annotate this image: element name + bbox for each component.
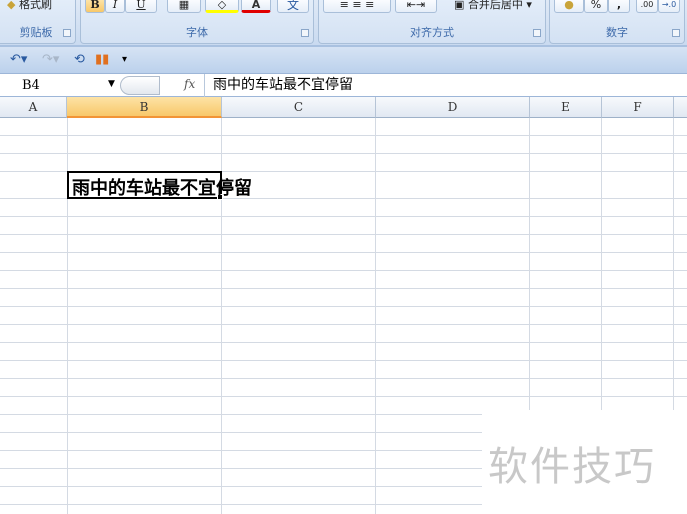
column-header-d[interactable]: D — [376, 97, 530, 118]
insert-function-icon[interactable]: fx — [184, 77, 195, 91]
row-gridline — [0, 324, 687, 325]
cell-b4-text: 雨中的车站最不宜停留 — [72, 178, 252, 199]
comma-button[interactable]: , — [608, 0, 630, 13]
undo-icon[interactable]: ↶▾ — [10, 52, 27, 67]
dialog-launcher-icon[interactable] — [672, 29, 680, 37]
phonetic-button[interactable]: 文 — [277, 0, 309, 13]
group-clipboard: ◆ 格式刷 剪贴板 — [0, 0, 76, 44]
refresh-icon[interactable]: ⟲ — [74, 52, 85, 67]
name-box[interactable]: B4 — [0, 76, 120, 95]
column-header-g[interactable] — [674, 97, 687, 118]
row-gridline — [0, 216, 687, 217]
watermark: 软件技巧 — [482, 410, 687, 514]
column-header-a[interactable]: A — [0, 97, 67, 118]
fill-bucket-icon: ◇ — [217, 0, 227, 11]
indent-buttons[interactable]: ⇤⇥ — [395, 0, 437, 13]
column-header-e[interactable]: E — [530, 97, 602, 118]
column-gridline — [375, 118, 376, 514]
align-buttons[interactable]: ≡ ≡ ≡ — [323, 0, 391, 13]
group-font: B I U ▦ ◇ A 文 字体 — [80, 0, 314, 44]
column-header-f[interactable]: F — [602, 97, 674, 118]
dialog-launcher-icon[interactable] — [301, 29, 309, 37]
coins-icon: ● — [564, 0, 574, 11]
quick-access-toolbar: ↶▾ ↷▾ ⟲ ▮▮ ▾ — [0, 47, 687, 74]
row-gridline — [0, 360, 687, 361]
row-gridline — [0, 306, 687, 307]
group-label: 字体 — [186, 26, 208, 39]
chart-icon[interactable]: ▮▮ — [95, 52, 109, 67]
row-gridline — [0, 288, 687, 289]
align-left-icon: ≡ — [339, 0, 353, 11]
font-color-button[interactable]: A — [241, 0, 271, 13]
increase-decimal-button[interactable]: .00 — [636, 0, 658, 13]
row-gridline — [0, 270, 687, 271]
customize-qat-icon[interactable]: ▾ — [122, 54, 127, 65]
border-icon: ▦ — [178, 0, 190, 11]
indent-icon: ⇤⇥ — [406, 0, 426, 11]
dialog-launcher-icon[interactable] — [63, 29, 71, 37]
decrease-decimal-button[interactable]: →.0 — [658, 0, 680, 13]
group-number: ● % , .00 →.0 数字 — [549, 0, 685, 44]
fill-color-button[interactable]: ◇ — [205, 0, 239, 13]
row-gridline — [0, 378, 687, 379]
row-gridline — [0, 252, 687, 253]
name-box-dropdown-icon[interactable]: ▼ — [108, 79, 115, 89]
formula-bar: B4 ▼ fx 雨中的车站最不宜停留 — [0, 74, 687, 97]
currency-button[interactable]: ● — [554, 0, 584, 13]
merge-icon: ▣ — [454, 0, 465, 11]
italic-button[interactable]: I — [105, 0, 125, 13]
brush-icon: ◆ — [7, 0, 16, 11]
dialog-launcher-icon[interactable] — [533, 29, 541, 37]
ribbon: ◆ 格式刷 剪贴板 B I U ▦ ◇ A 文 字体 ≡ ≡ ≡ ⇤⇥ ▣ 合并… — [0, 0, 687, 47]
percent-button[interactable]: % — [584, 0, 608, 13]
redo-icon[interactable]: ↷▾ — [42, 52, 59, 67]
row-gridline — [0, 135, 687, 136]
row-gridline — [0, 234, 687, 235]
column-header-b[interactable]: B — [67, 97, 222, 118]
merge-center-button[interactable]: ▣ 合并后居中 ▾ — [443, 0, 543, 13]
group-label: 对齐方式 — [410, 26, 454, 39]
underline-button[interactable]: U — [125, 0, 157, 13]
row-gridline — [0, 396, 687, 397]
group-label: 数字 — [606, 26, 628, 39]
row-gridline — [0, 342, 687, 343]
bold-button[interactable]: B — [85, 0, 105, 13]
group-alignment: ≡ ≡ ≡ ⇤⇥ ▣ 合并后居中 ▾ 对齐方式 — [318, 0, 546, 44]
splitter-handle[interactable] — [120, 76, 160, 95]
align-right-icon: ≡ — [365, 0, 375, 11]
border-button[interactable]: ▦ — [167, 0, 201, 13]
format-painter-button[interactable]: ◆ 格式刷 — [7, 0, 69, 13]
column-header-c[interactable]: C — [222, 97, 376, 118]
row-gridline — [0, 153, 687, 154]
formula-input[interactable]: 雨中的车站最不宜停留 — [204, 74, 687, 97]
align-center-icon: ≡ — [352, 0, 366, 11]
